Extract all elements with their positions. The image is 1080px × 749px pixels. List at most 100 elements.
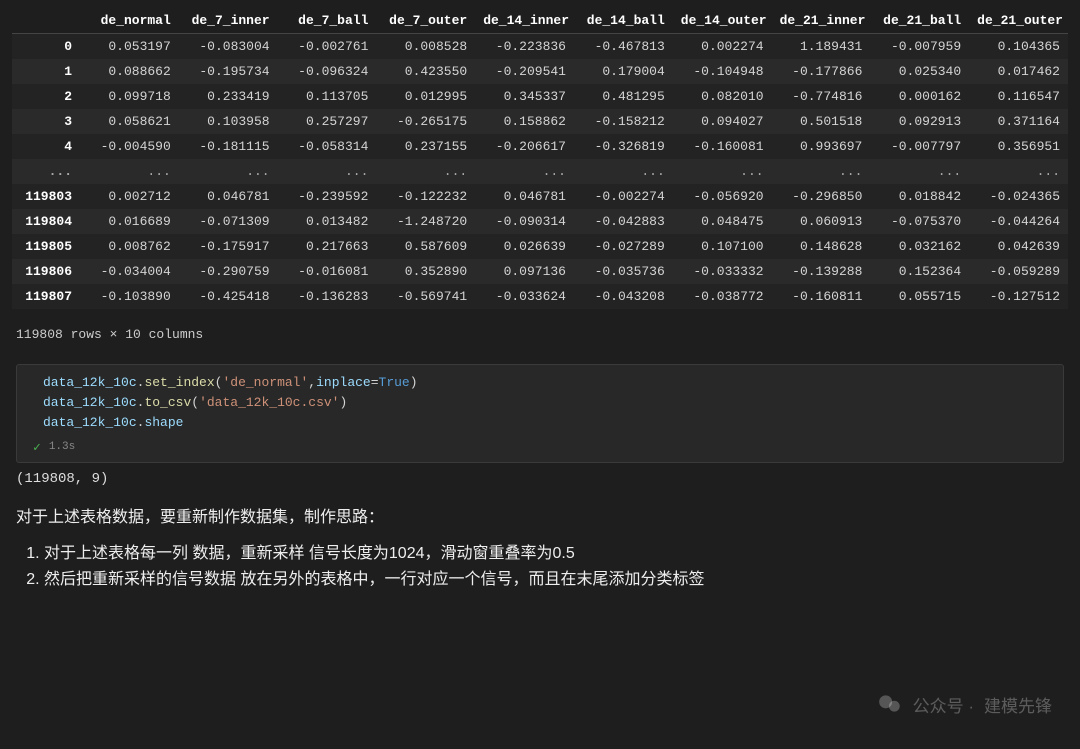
cell: 0.032162 [870,234,969,259]
cell: 0.012995 [376,84,475,109]
row-index: 119803 [12,184,80,209]
cell: -0.265175 [376,109,475,134]
cell: ... [376,159,475,184]
index-header [12,8,80,34]
cell: -0.075370 [870,209,969,234]
cell: 0.058621 [80,109,179,134]
column-header: de_21_ball [870,8,969,34]
cell: 0.152364 [870,259,969,284]
cell: 0.002274 [673,34,772,60]
cell: -0.027289 [574,234,673,259]
cell: 0.053197 [80,34,179,60]
cell: 0.026639 [475,234,574,259]
cell: 0.257297 [278,109,377,134]
cell: -0.096324 [278,59,377,84]
cell: -0.002761 [278,34,377,60]
cell: 0.017462 [969,59,1068,84]
check-icon: ✓ [33,441,41,454]
table-row: 10.088662-0.195734-0.0963240.423550-0.20… [12,59,1068,84]
row-index: 4 [12,134,80,159]
cell: 0.099718 [80,84,179,109]
cell: 0.116547 [969,84,1068,109]
cell: -0.139288 [772,259,871,284]
cell: -0.058314 [278,134,377,159]
cell: -0.326819 [574,134,673,159]
row-index: 0 [12,34,80,60]
cell: -0.090314 [475,209,574,234]
row-index: 2 [12,84,80,109]
row-index: 119804 [12,209,80,234]
cell: -0.038772 [673,284,772,309]
cell: 0.048475 [673,209,772,234]
cell: -0.181115 [179,134,278,159]
table-row: 119806-0.034004-0.290759-0.0160810.35289… [12,259,1068,284]
cell: -0.103890 [80,284,179,309]
column-header: de_14_inner [475,8,574,34]
code-cell[interactable]: data_12k_10c.set_index('de_normal',inpla… [16,364,1064,463]
cell: 0.345337 [475,84,574,109]
column-header: de_normal [80,8,179,34]
cell: ... [870,159,969,184]
cell: 0.088662 [80,59,179,84]
cell: -0.136283 [278,284,377,309]
wechat-icon [877,691,903,717]
cell: -0.296850 [772,184,871,209]
cell: 0.107100 [673,234,772,259]
column-header: de_14_outer [673,8,772,34]
cell: ... [278,159,377,184]
narrative-lead: 对于上述表格数据，要重新制作数据集，制作思路： [16,505,1064,531]
cell: 0.501518 [772,109,871,134]
cell: 0.097136 [475,259,574,284]
cell: 0.113705 [278,84,377,109]
cell: -0.056920 [673,184,772,209]
table-body: 00.053197-0.083004-0.0027610.008528-0.22… [12,34,1068,310]
cell: -0.002274 [574,184,673,209]
cell: -0.569741 [376,284,475,309]
code-content[interactable]: data_12k_10c.set_index('de_normal',inpla… [43,373,1053,433]
cell: -0.239592 [278,184,377,209]
cell: -0.033624 [475,284,574,309]
table-row: 30.0586210.1039580.257297-0.2651750.1588… [12,109,1068,134]
cell: 0.217663 [278,234,377,259]
cell: 0.104365 [969,34,1068,60]
cell: -0.043208 [574,284,673,309]
cell: 0.587609 [376,234,475,259]
cell: -0.160811 [772,284,871,309]
cell: 0.018842 [870,184,969,209]
cell: 0.993697 [772,134,871,159]
cell: -0.059289 [969,259,1068,284]
cell: -0.071309 [179,209,278,234]
cell: 0.025340 [870,59,969,84]
cell: ... [673,159,772,184]
column-header: de_14_ball [574,8,673,34]
cell: 0.356951 [969,134,1068,159]
cell: ... [969,159,1068,184]
execution-time: 1.3s [49,439,75,456]
narrative-item-2: 然后把重新采样的信号数据 放在另外的表格中，一行对应一个信号，而且在末尾添加分类… [44,567,1064,593]
cell: 0.013482 [278,209,377,234]
table-row: 1198040.016689-0.0713090.013482-1.248720… [12,209,1068,234]
cell: -0.034004 [80,259,179,284]
cell: 0.423550 [376,59,475,84]
cell: -0.104948 [673,59,772,84]
cell: -0.044264 [969,209,1068,234]
table-row: 00.053197-0.083004-0.0027610.008528-0.22… [12,34,1068,60]
cell: 0.233419 [179,84,278,109]
watermark-name: 建模先锋 [984,692,1052,717]
row-index: 119807 [12,284,80,309]
cell: 0.092913 [870,109,969,134]
row-index: 119806 [12,259,80,284]
column-header: de_7_ball [278,8,377,34]
column-header: de_7_inner [179,8,278,34]
cell: 0.371164 [969,109,1068,134]
cell: -0.083004 [179,34,278,60]
cell: 0.082010 [673,84,772,109]
cell: -0.209541 [475,59,574,84]
narrative-block: 对于上述表格数据，要重新制作数据集，制作思路： 对于上述表格每一列 数据，重新采… [16,505,1064,592]
cell: 0.002712 [80,184,179,209]
cell: ... [179,159,278,184]
cell: -0.127512 [969,284,1068,309]
table-row: 1198050.008762-0.1759170.2176630.5876090… [12,234,1068,259]
row-index: 119805 [12,234,80,259]
cell: 0.158862 [475,109,574,134]
